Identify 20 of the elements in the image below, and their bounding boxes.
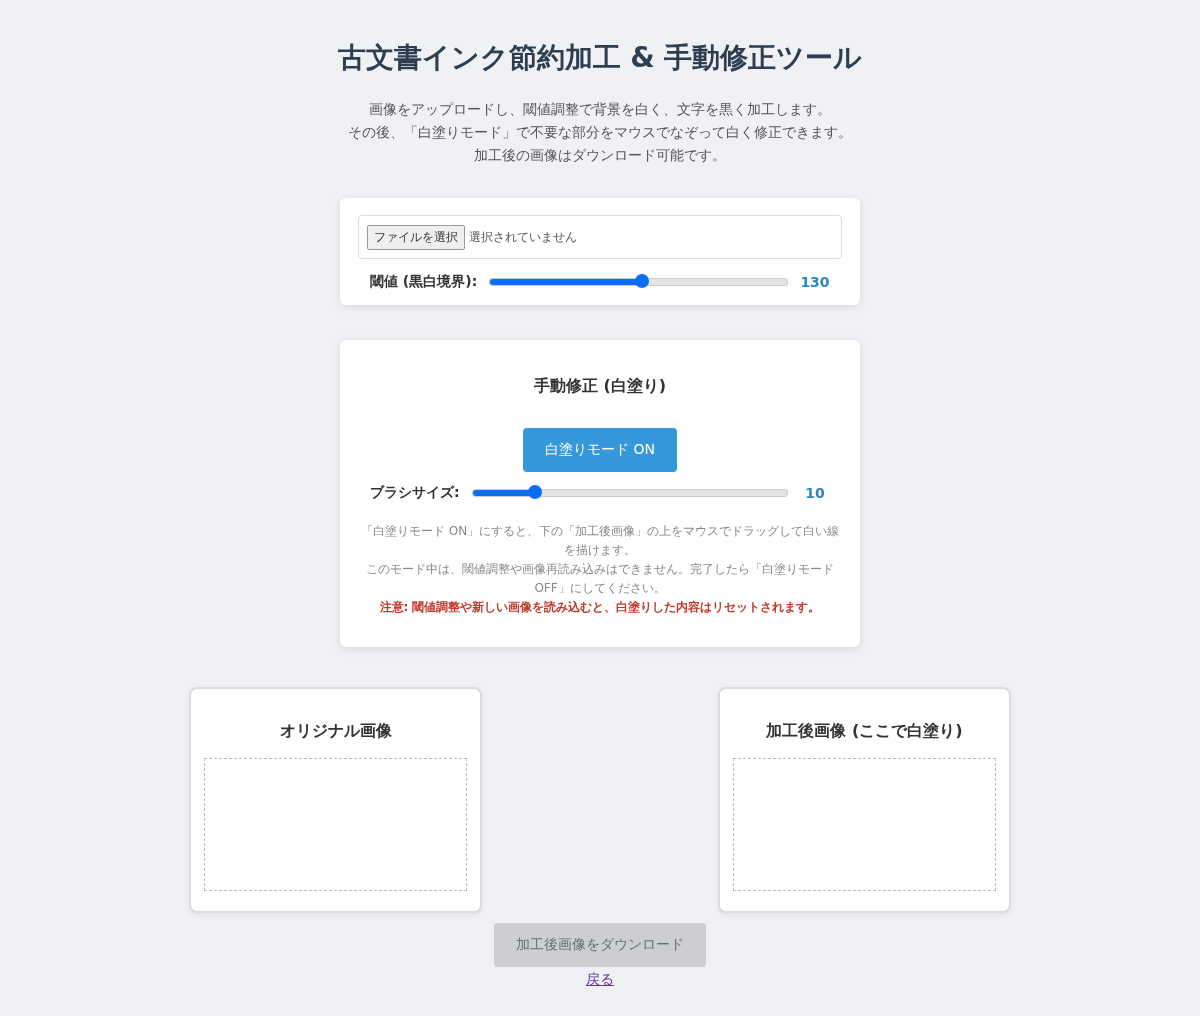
file-status: 選択されていません bbox=[469, 228, 577, 246]
description-text: 画像をアップロードし、閾値調整で背景を白く、文字を黒く加工します。 bbox=[368, 100, 832, 119]
description-text: その後、「白塗りモード」で不要な部分をマウスでなぞって白く修正できます。 bbox=[348, 123, 852, 142]
threshold-label: 閾値 (黒白境界): bbox=[370, 273, 478, 291]
instruction-text: 「白塗りモード ON」にすると、下の「加工後画像」の上をマウスでドラッグして白い線を描けます。 bbox=[360, 523, 840, 559]
slider-thumb[interactable] bbox=[634, 274, 649, 288]
back-link[interactable]: 戻る bbox=[586, 971, 614, 989]
page-title: 古文書インク節約加工 & 手動修正ツール bbox=[337, 40, 863, 76]
instruction-text: このモード中は、閾値調整や画像再読み込みはできません。完了したら「白塗りモード OFF」にしてください。 bbox=[365, 561, 835, 597]
threshold-value: 130 bbox=[800, 274, 830, 290]
slider-thumb[interactable] bbox=[528, 485, 543, 499]
description-text: 加工後の画像はダウンロード可能です。 bbox=[473, 146, 727, 165]
warning-text: 注意: 閾値調整や新しい画像を読み込むと、白塗りした内容はリセットされます。 bbox=[378, 599, 822, 616]
brush-size-value: 10 bbox=[804, 485, 826, 501]
image-title: オリジナル画像 bbox=[279, 720, 392, 742]
file-input[interactable]: ファイルを選択 選択されていません bbox=[358, 215, 842, 259]
image-title: 加工後画像 (ここで白塗り) bbox=[766, 720, 963, 742]
section-title: 手動修正 (白塗り) bbox=[533, 375, 667, 397]
brush-size-label: ブラシサイズ: bbox=[370, 484, 460, 502]
choose-file-button[interactable]: ファイルを選択 bbox=[367, 224, 465, 250]
